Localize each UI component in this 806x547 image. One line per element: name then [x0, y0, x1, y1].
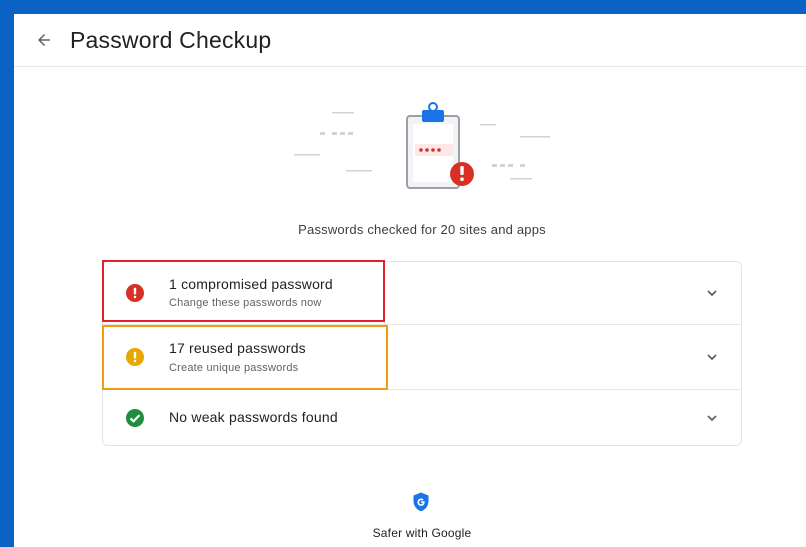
hero-illustration: [284, 98, 574, 198]
weak-passwords-row[interactable]: No weak passwords found: [103, 390, 741, 445]
page-title: Password Checkup: [70, 27, 272, 53]
chevron-down-icon[interactable]: [705, 350, 719, 364]
google-shield-icon: [413, 492, 429, 512]
reused-passwords-row[interactable]: 17 reused passwords Create unique passwo…: [103, 325, 741, 390]
screenshot-frame: Password Checkup Passwords checked for 2…: [0, 0, 806, 547]
compromised-passwords-row[interactable]: 1 compromised password Change these pass…: [103, 262, 741, 325]
error-icon: [126, 284, 144, 302]
safer-with-google-text: Safer with Google: [372, 526, 472, 540]
check-circle-icon: [126, 409, 144, 427]
row-subtitle: Create unique passwords: [169, 362, 299, 374]
chevron-down-icon[interactable]: [705, 286, 719, 300]
row-title: 1 compromised password: [169, 276, 333, 292]
row-subtitle: Change these passwords now: [169, 297, 322, 309]
chevron-down-icon[interactable]: [705, 411, 719, 425]
password-checkup-window: Password Checkup Passwords checked for 2…: [14, 14, 806, 547]
page-header: Password Checkup: [14, 14, 806, 67]
row-title: No weak passwords found: [169, 409, 338, 425]
arrow-back-icon: [38, 34, 50, 46]
warning-icon: [126, 348, 144, 366]
back-button[interactable]: [30, 26, 58, 54]
clipboard-password-alert-illustration: [294, 102, 550, 189]
results-card: 1 compromised password Change these pass…: [102, 261, 742, 446]
row-title: 17 reused passwords: [169, 340, 306, 356]
summary-text: Passwords checked for 20 sites and apps: [298, 222, 546, 237]
